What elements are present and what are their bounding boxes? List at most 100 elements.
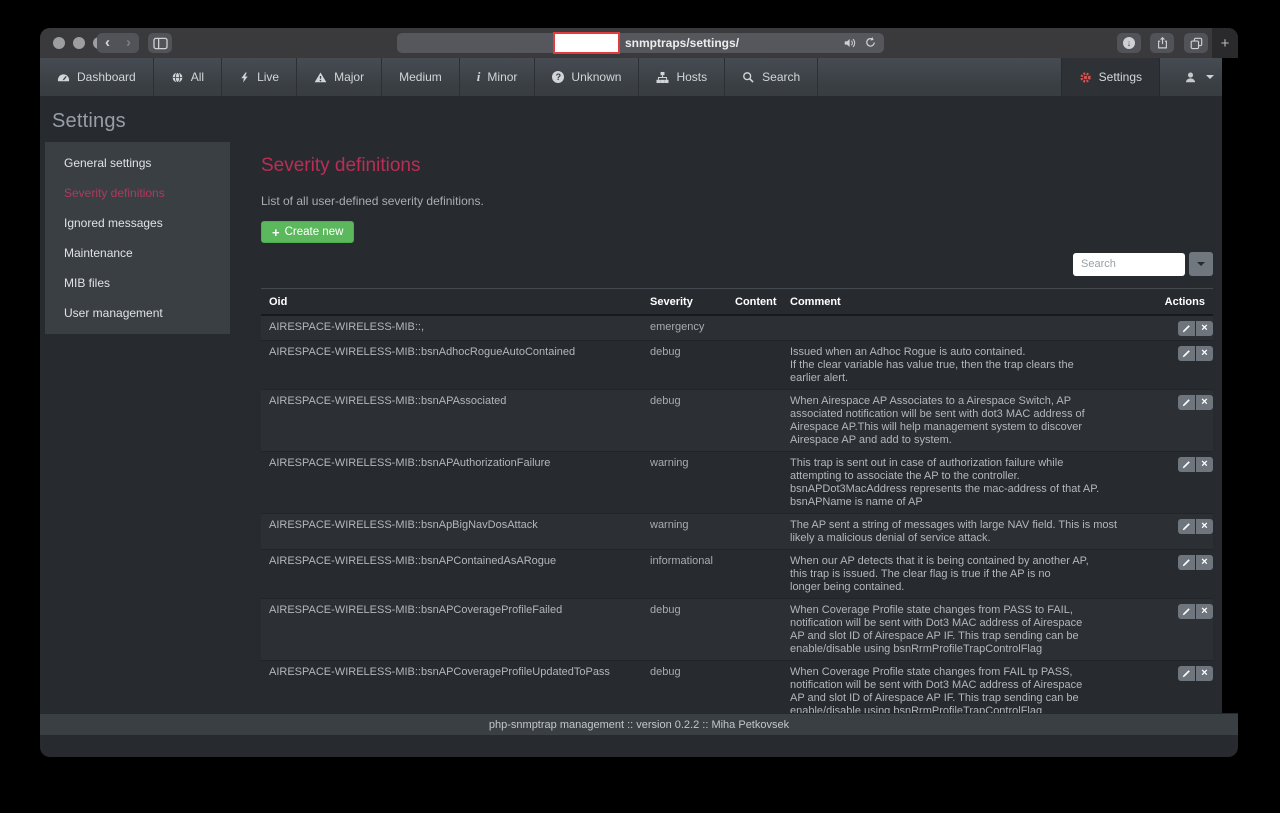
- edit-button[interactable]: [1178, 457, 1195, 472]
- cell-content: [727, 452, 782, 514]
- page-footer: php-snmptrap management :: version 0.2.2…: [40, 713, 1238, 735]
- cell-content: [727, 599, 782, 661]
- downloads-button[interactable]: ↓: [1117, 33, 1141, 53]
- history-nav-group: ‹ ›: [97, 33, 139, 53]
- search-input[interactable]: [1073, 253, 1185, 276]
- cell-actions: ×: [1153, 550, 1213, 599]
- nav-item-label: Medium: [399, 70, 442, 84]
- page-content: Dashboard AllLiveMajor Medium iMinor?Unknow…: [40, 58, 1238, 713]
- sidebar-toggle-button[interactable]: [148, 33, 172, 53]
- sitemap-icon: [656, 71, 669, 84]
- cell-comment: When Coverage Profile state changes from…: [782, 599, 1153, 661]
- column-header-content: Content: [727, 289, 782, 316]
- cell-comment: Issued when an Adhoc Rogue is auto conta…: [782, 341, 1153, 390]
- delete-button[interactable]: ×: [1196, 346, 1213, 361]
- delete-button[interactable]: ×: [1196, 666, 1213, 681]
- nav-item-all[interactable]: All: [154, 58, 222, 96]
- dashboard-icon: [57, 71, 70, 84]
- edit-button[interactable]: [1178, 519, 1195, 534]
- share-icon: [1156, 36, 1169, 50]
- gear-icon: [1079, 71, 1092, 84]
- edit-button[interactable]: [1178, 604, 1195, 619]
- delete-button[interactable]: ×: [1196, 457, 1213, 472]
- share-button[interactable]: [1150, 33, 1174, 53]
- globe-icon: [171, 71, 184, 84]
- redacted-host-box: [553, 32, 620, 54]
- section-heading: Severity definitions: [261, 155, 1213, 177]
- table-header-row: Oid Severity Content Comment Actions: [261, 289, 1213, 316]
- cell-content: [727, 315, 782, 341]
- minimize-window-icon[interactable]: [73, 37, 85, 49]
- close-window-icon[interactable]: [53, 37, 65, 49]
- column-header-actions: Actions: [1153, 289, 1213, 316]
- pencil-icon: [1182, 349, 1191, 358]
- table-row: AIRESPACE-WIRELESS-MIB::bsnAPAuthorizati…: [261, 452, 1213, 514]
- warning-icon: [314, 71, 327, 84]
- nav-item-search[interactable]: Search: [725, 58, 818, 96]
- cell-content: [727, 550, 782, 599]
- sidebar-item-user-management[interactable]: User management: [45, 298, 230, 328]
- search-options-button[interactable]: [1189, 252, 1213, 276]
- cell-oid: AIRESPACE-WIRELESS-MIB::,: [261, 315, 642, 341]
- nav-item-unknown[interactable]: ?Unknown: [535, 58, 639, 96]
- table-body: AIRESPACE-WIRELESS-MIB::,emergency×AIRES…: [261, 315, 1213, 713]
- download-icon: ↓: [1123, 37, 1135, 49]
- nav-item-minor[interactable]: iMinor: [460, 58, 536, 96]
- edit-button[interactable]: [1178, 666, 1195, 681]
- address-bar[interactable]: snmptraps/settings/: [397, 33, 884, 53]
- nav-settings-label: Settings: [1099, 70, 1142, 84]
- url-text: snmptraps/settings/: [625, 36, 739, 50]
- forward-button[interactable]: ›: [118, 34, 139, 52]
- nav-item-major[interactable]: Major: [297, 58, 382, 96]
- back-button[interactable]: ‹: [97, 34, 118, 52]
- delete-button[interactable]: ×: [1196, 555, 1213, 570]
- edit-button[interactable]: [1178, 555, 1195, 570]
- delete-button[interactable]: ×: [1196, 604, 1213, 619]
- create-new-button[interactable]: + Create new: [261, 221, 354, 243]
- cell-oid: AIRESPACE-WIRELESS-MIB::bsnApBigNavDosAt…: [261, 514, 642, 550]
- table-row: AIRESPACE-WIRELESS-MIB::bsnApBigNavDosAt…: [261, 514, 1213, 550]
- cell-severity: debug: [642, 341, 727, 390]
- cell-actions: ×: [1153, 661, 1213, 714]
- reload-icon[interactable]: [864, 36, 877, 54]
- new-tab-button[interactable]: +: [1212, 28, 1238, 58]
- edit-button[interactable]: [1178, 395, 1195, 410]
- tab-overview-button[interactable]: [1184, 33, 1208, 53]
- audio-icon[interactable]: [843, 36, 857, 55]
- cell-oid: AIRESPACE-WIRELESS-MIB::bsnAPCoveragePro…: [261, 661, 642, 714]
- cell-oid: AIRESPACE-WIRELESS-MIB::bsnAPAssociated: [261, 390, 642, 452]
- sidebar-item-severity-definitions[interactable]: Severity definitions: [45, 178, 230, 208]
- plus-icon: +: [272, 227, 280, 238]
- footer-text: php-snmptrap management :: version 0.2.2…: [489, 719, 789, 731]
- edit-button[interactable]: [1178, 321, 1195, 336]
- edit-button[interactable]: [1178, 346, 1195, 361]
- create-new-label: Create new: [285, 226, 344, 238]
- sidebar-item-maintenance[interactable]: Maintenance: [45, 238, 230, 268]
- nav-item-dashboard[interactable]: Dashboard: [40, 58, 154, 96]
- cell-oid: AIRESPACE-WIRELESS-MIB::bsnAPCoveragePro…: [261, 599, 642, 661]
- nav-item-settings[interactable]: Settings: [1061, 58, 1160, 96]
- cell-content: [727, 661, 782, 714]
- table-row: AIRESPACE-WIRELESS-MIB::bsnAPCoveragePro…: [261, 661, 1213, 714]
- pencil-icon: [1182, 558, 1191, 567]
- section-description: List of all user-defined severity defini…: [261, 194, 1213, 208]
- cell-comment: The AP sent a string of messages with la…: [782, 514, 1153, 550]
- browser-toolbar: ‹ › snmptraps/settings/ ↓ +: [40, 28, 1238, 58]
- nav-item-live[interactable]: Live: [222, 58, 297, 96]
- info-icon: i: [477, 71, 481, 83]
- cell-actions: ×: [1153, 599, 1213, 661]
- sidebar-toggle-icon: [153, 37, 168, 50]
- delete-button[interactable]: ×: [1196, 395, 1213, 410]
- top-navbar: Dashboard AllLiveMajor Medium iMinor?Unknow…: [40, 58, 1238, 96]
- pencil-icon: [1182, 607, 1191, 616]
- delete-button[interactable]: ×: [1196, 519, 1213, 534]
- sidebar-item-mib-files[interactable]: MIB files: [45, 268, 230, 298]
- nav-item-medium[interactable]: Medium: [382, 58, 460, 96]
- nav-item-label: Dashboard: [77, 70, 136, 84]
- cell-actions: ×: [1153, 514, 1213, 550]
- nav-item-hosts[interactable]: Hosts: [639, 58, 725, 96]
- delete-button[interactable]: ×: [1196, 321, 1213, 336]
- sidebar-item-ignored-messages[interactable]: Ignored messages: [45, 208, 230, 238]
- right-gutter: [1222, 58, 1238, 713]
- sidebar-item-general-settings[interactable]: General settings: [45, 148, 230, 178]
